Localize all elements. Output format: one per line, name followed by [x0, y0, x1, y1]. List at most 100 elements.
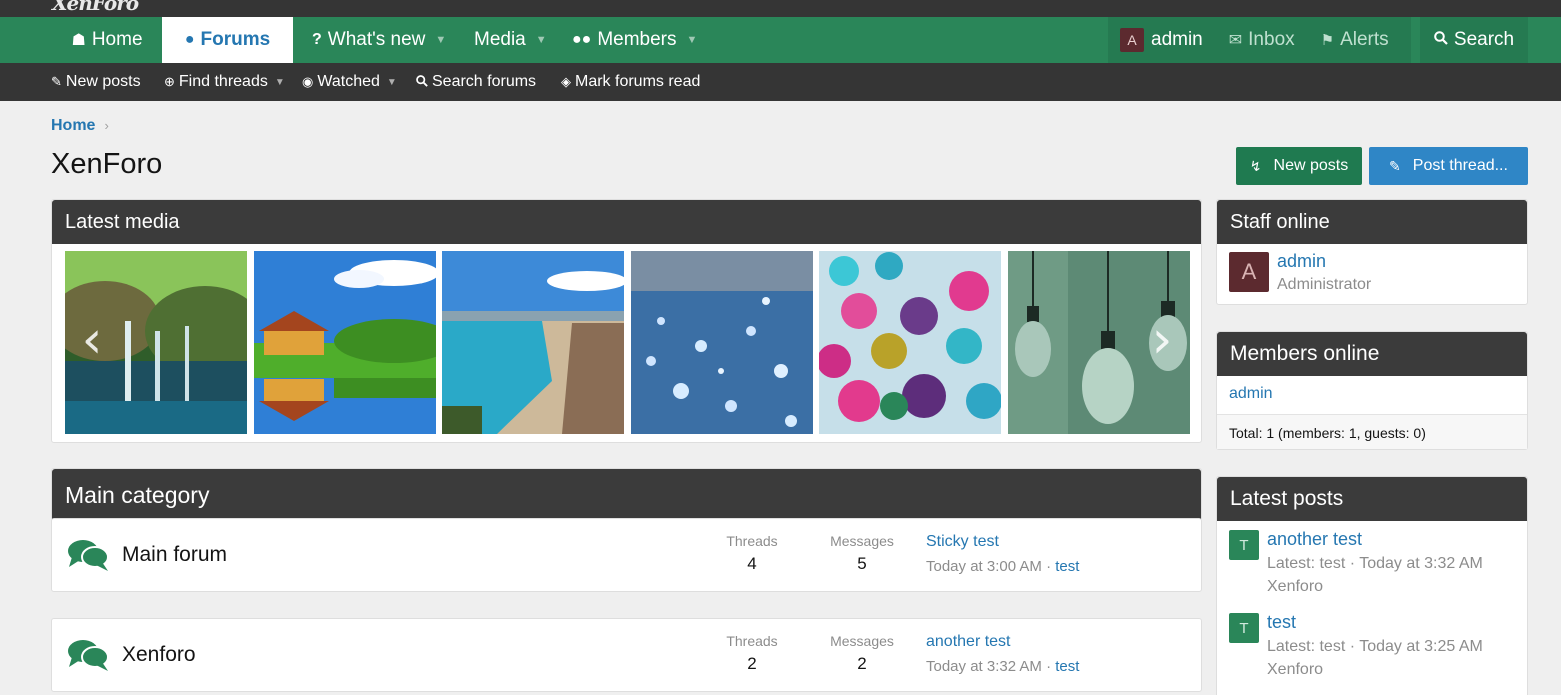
media-thumb-beach-coast[interactable]	[442, 251, 624, 434]
post-thread-button-label: Post thread...	[1412, 157, 1508, 174]
latest-posts-title[interactable]: Latest posts	[1217, 477, 1527, 521]
chevron-down-icon[interactable]: ▼	[536, 34, 547, 46]
search-forums-link[interactable]: Search forums	[416, 63, 536, 101]
header-strip: XenForo	[0, 0, 1561, 17]
inbox-link[interactable]: ✉ Inbox	[1229, 29, 1295, 51]
last-post-meta: Today at 3:32 AM · test	[926, 658, 1079, 675]
messages-label: Messages	[830, 633, 894, 649]
new-posts-button-label: New posts	[1273, 157, 1349, 174]
search-icon	[1434, 30, 1448, 50]
watched-label: Watched	[317, 73, 380, 90]
breadcrumb-home[interactable]: Home	[51, 117, 95, 134]
latest-media-block: Latest media ‹ ›	[51, 199, 1202, 443]
new-post-icon: ✎	[51, 74, 62, 89]
latest-post-meta: Latest: test · Today at 3:32 AM Xenforo	[1267, 552, 1483, 598]
tab-forums[interactable]: ● Forums	[162, 17, 293, 63]
page-title: XenForo	[51, 148, 163, 180]
tab-whats-new-label: What's new	[327, 29, 426, 50]
media-thumb-house-lake[interactable]	[254, 251, 436, 434]
search-label: Search	[1453, 29, 1515, 50]
forum-chat-icon	[68, 640, 109, 671]
alerts-link[interactable]: ⚑ Alerts	[1321, 29, 1389, 51]
forum-row: Xenforo Threads 2 Messages 2 another tes…	[51, 618, 1202, 692]
forum-row: Main forum Threads 4 Messages 5 Sticky t…	[51, 518, 1202, 592]
media-thumb-glass-marbles[interactable]	[819, 251, 1001, 434]
staff-username[interactable]: admin	[1277, 251, 1326, 272]
tab-whats-new[interactable]: ? What's new ▼	[312, 17, 446, 63]
new-posts-link[interactable]: ✎ New posts	[51, 63, 141, 101]
latest-post-meta: Latest: test · Today at 3:25 AM Xenforo	[1267, 635, 1483, 681]
last-post-title[interactable]: another test	[926, 633, 1079, 651]
avatar[interactable]: T	[1229, 613, 1259, 643]
threads-label: Threads	[726, 633, 778, 649]
eye-slash-icon: ◈	[561, 74, 571, 89]
alerts-label: Alerts	[1340, 29, 1389, 50]
tab-home-label: Home	[91, 29, 143, 50]
inbox-label: Inbox	[1248, 29, 1295, 50]
media-thumb-water-drops[interactable]	[631, 251, 813, 434]
forum-chat-icon	[68, 540, 109, 571]
watched-link[interactable]: ◉ Watched ▼	[302, 63, 397, 101]
site-logo[interactable]: XenForo	[52, 0, 139, 15]
user-nav: A admin ✉ Inbox ⚑ Alerts	[1108, 17, 1411, 63]
find-threads-link[interactable]: ⊕ Find threads ▼	[164, 63, 285, 101]
chevron-down-icon[interactable]: ▼	[387, 77, 397, 88]
messages-stat: Messages 5	[822, 533, 902, 574]
online-total: Total: 1 (members: 1, guests: 0)	[1229, 425, 1426, 441]
new-posts-button[interactable]: ↯ New posts	[1236, 147, 1362, 185]
account-link[interactable]: A admin	[1120, 28, 1203, 52]
staff-online-title: Staff online	[1217, 200, 1527, 244]
latest-posts-block: Latest posts T another test Latest: test…	[1216, 476, 1528, 695]
search-forums-label: Search forums	[432, 73, 537, 90]
search-icon	[416, 74, 428, 90]
threads-count: 2	[747, 654, 757, 673]
mark-forums-read-link[interactable]: ◈ Mark forums read	[561, 63, 700, 101]
forum-title[interactable]: Main forum	[122, 543, 227, 567]
latest-post-title[interactable]: another test	[1267, 529, 1362, 550]
tab-forums-label: Forums	[200, 29, 271, 50]
last-post-user[interactable]: test	[1055, 658, 1079, 675]
staff-role: Administrator	[1277, 276, 1372, 293]
last-post: Sticky test Today at 3:00 AM · test	[926, 533, 1079, 575]
last-post-title[interactable]: Sticky test	[926, 533, 1079, 551]
bell-icon: ⚑	[1320, 32, 1335, 49]
messages-count: 5	[857, 554, 867, 573]
users-icon: ●●	[572, 31, 592, 48]
tab-members[interactable]: ●● Members ▼	[572, 17, 697, 63]
latest-post-info: Latest: test · Today at 3:25 AM	[1267, 638, 1483, 655]
carousel-next-button[interactable]: ›	[1142, 310, 1182, 370]
find-threads-label: Find threads	[178, 73, 268, 90]
last-post-user[interactable]: test	[1055, 558, 1079, 575]
latest-post-title[interactable]: test	[1267, 612, 1296, 633]
tab-media[interactable]: Media ▼	[474, 17, 547, 63]
chevron-down-icon[interactable]: ▼	[435, 34, 446, 46]
chevron-down-icon[interactable]: ▼	[275, 77, 285, 88]
new-posts-label: New posts	[65, 73, 141, 90]
search-button[interactable]: Search	[1420, 17, 1528, 63]
home-icon: ☗	[71, 32, 86, 49]
forum-title[interactable]: Xenforo	[122, 643, 196, 667]
latest-media-title: Latest media	[52, 200, 1201, 244]
bolt-icon: ↯	[1249, 157, 1262, 174]
avatar[interactable]: T	[1229, 530, 1259, 560]
messages-count: 2	[857, 654, 867, 673]
avatar: A	[1120, 28, 1144, 52]
find-icon: ⊕	[164, 74, 175, 89]
post-thread-button[interactable]: ✎ Post thread...	[1369, 147, 1528, 185]
latest-post-forum[interactable]: Xenforo	[1267, 658, 1483, 681]
account-name: admin	[1151, 29, 1203, 50]
tab-media-label: Media	[474, 29, 526, 50]
messages-stat: Messages 2	[822, 633, 902, 674]
avatar[interactable]: A	[1229, 252, 1269, 292]
carousel-prev-button[interactable]: ‹	[72, 310, 112, 370]
members-online-title[interactable]: Members online	[1217, 332, 1527, 376]
members-online-block: Members online admin Total: 1 (members: …	[1216, 331, 1528, 450]
breadcrumb-separator: ›	[104, 118, 109, 133]
tab-members-label: Members	[597, 29, 677, 50]
last-post-meta: Today at 3:00 AM · test	[926, 558, 1079, 575]
online-member-link[interactable]: admin	[1229, 385, 1273, 403]
category-title[interactable]: Main category	[52, 469, 1201, 521]
chevron-down-icon[interactable]: ▼	[687, 34, 698, 46]
latest-post-forum[interactable]: Xenforo	[1267, 575, 1483, 598]
tab-home[interactable]: ☗ Home	[52, 17, 162, 63]
